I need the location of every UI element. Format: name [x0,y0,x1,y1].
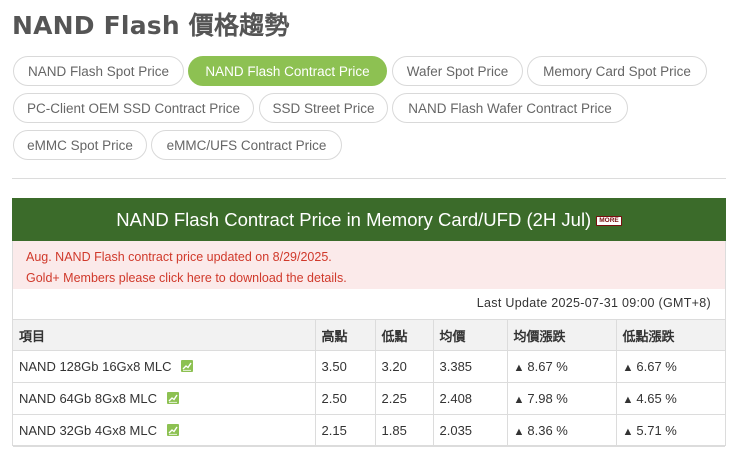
tab-emmc-ufs-contract-price[interactable]: eMMC/UFS Contract Price [151,130,342,160]
tab-nand-flash-contract-price[interactable]: NAND Flash Contract Price [188,56,387,86]
item-cell: NAND 128Gb 16Gx8 MLC [13,350,316,383]
avg-cell: 3.385 [432,350,508,383]
high-cell: 2.15 [314,414,376,447]
low-change-value: 4.65 % [636,391,677,406]
low-change-value: 6.67 % [636,359,677,374]
item-name: NAND 32Gb 4Gx8 MLC [19,423,157,438]
low-change-cell: ▲ 6.67 % [615,350,725,383]
header-avg: 均價 [432,319,508,351]
low-change-value: 5.71 % [636,423,677,438]
low-cell: 2.25 [374,382,434,415]
header-low: 低點 [374,319,434,351]
notice-download-link[interactable]: Gold+ Members please click here to downl… [26,268,725,289]
high-cell: 3.50 [314,350,376,383]
header-item: 項目 [13,319,316,351]
header-avg-change: 均價漲跌 [506,319,617,351]
notice-box: Aug. NAND Flash contract price updated o… [13,241,725,289]
divider [12,178,726,179]
up-arrow-icon: ▲ [513,362,525,374]
avg-cell: 2.408 [432,382,508,415]
price-table: 項目 高點 低點 均價 均價漲跌 低點漲跌 NAND 128Gb 16Gx8 M… [13,319,725,447]
tab-pc-client-oem-ssd-contract-price[interactable]: PC-Client OEM SSD Contract Price [13,93,254,123]
tab-wafer-spot-price[interactable]: Wafer Spot Price [392,56,523,86]
chart-icon[interactable] [167,392,179,404]
item-name: NAND 128Gb 16Gx8 MLC [19,359,172,374]
tab-memory-card-spot-price[interactable]: Memory Card Spot Price [527,56,707,86]
chart-icon[interactable] [181,360,194,372]
avg-change-cell: ▲ 8.67 % [506,350,617,383]
notice-update-text[interactable]: Aug. NAND Flash contract price updated o… [26,247,725,268]
panel-header: NAND Flash Contract Price in Memory Card… [12,198,726,241]
table-header-row: 項目 高點 低點 均價 均價漲跌 低點漲跌 [13,319,725,351]
low-change-cell: ▲ 4.65 % [615,382,725,415]
tab-emmc-spot-price[interactable]: eMMC Spot Price [13,130,147,160]
low-cell: 1.85 [374,414,434,447]
high-cell: 2.50 [314,382,376,415]
up-arrow-icon: ▲ [513,426,525,438]
page-title: NAND Flash 價格趨勢 [12,11,290,40]
item-cell: NAND 64Gb 8Gx8 MLC [13,382,316,415]
up-arrow-icon: ▲ [622,426,634,438]
panel-title: NAND Flash Contract Price in Memory Card… [116,208,592,230]
header-low-change: 低點漲跌 [615,319,725,351]
table-row: NAND 32Gb 4Gx8 MLC 2.15 1.85 2.035 ▲ 8.36… [13,414,725,447]
header-high: 高點 [314,319,376,351]
table-row: NAND 128Gb 16Gx8 MLC 3.50 3.20 3.385 ▲ 8.… [13,350,725,383]
avg-cell: 2.035 [432,414,508,447]
low-cell: 3.20 [374,350,434,383]
tab-ssd-street-price[interactable]: SSD Street Price [259,93,388,123]
tab-nand-flash-spot-price[interactable]: NAND Flash Spot Price [13,56,184,86]
last-update: Last Update 2025-07-31 09:00 (GMT+8) [476,296,711,310]
up-arrow-icon: ▲ [513,394,525,406]
price-panel: NAND Flash Contract Price in Memory Card… [12,198,726,447]
chart-icon[interactable] [167,424,179,436]
table-row: NAND 64Gb 8Gx8 MLC 2.50 2.25 2.408 ▲ 7.98… [13,382,725,415]
avg-change-value: 8.67 % [527,359,568,374]
avg-change-value: 8.36 % [527,423,568,438]
tab-nand-flash-wafer-contract-price[interactable]: NAND Flash Wafer Contract Price [392,93,628,123]
avg-change-cell: ▲ 8.36 % [506,414,617,447]
low-change-cell: ▲ 5.71 % [615,414,725,447]
up-arrow-icon: ▲ [622,362,634,374]
avg-change-cell: ▲ 7.98 % [506,382,617,415]
more-badge[interactable]: MORE [596,215,622,226]
up-arrow-icon: ▲ [622,394,634,406]
item-name: NAND 64Gb 8Gx8 MLC [19,391,157,406]
item-cell: NAND 32Gb 4Gx8 MLC [13,414,316,447]
avg-change-value: 7.98 % [527,391,568,406]
